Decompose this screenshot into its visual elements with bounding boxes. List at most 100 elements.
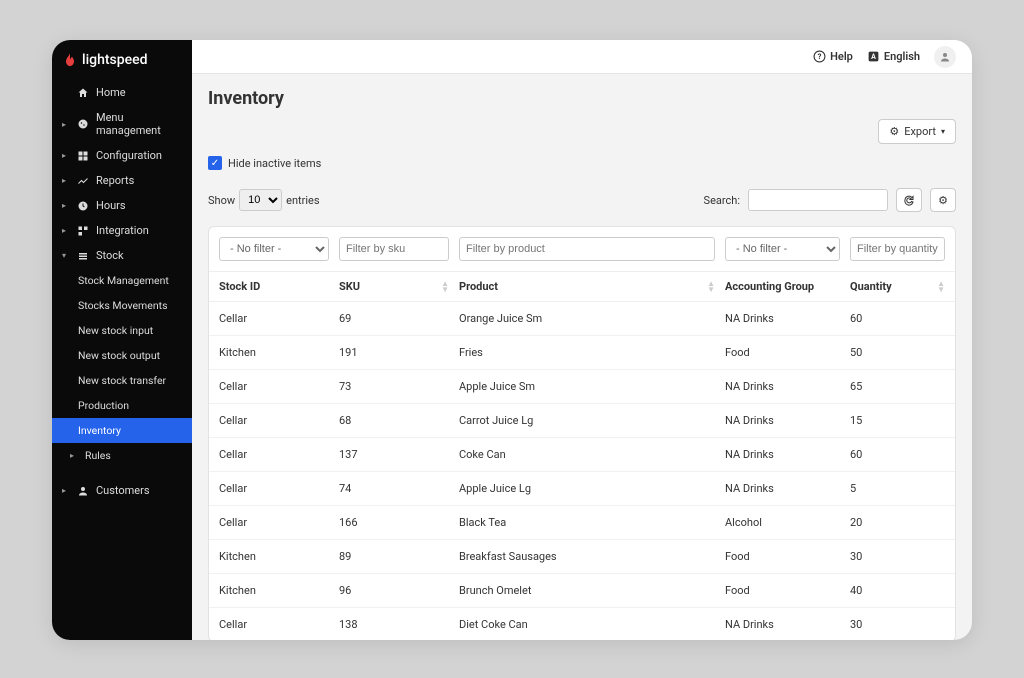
home-icon bbox=[77, 87, 89, 99]
nav-menu-management[interactable]: ▸ Menu management bbox=[52, 105, 192, 143]
cell-product: Diet Coke Can bbox=[459, 618, 715, 631]
topbar: ? Help A English bbox=[192, 40, 972, 74]
table-row[interactable]: Cellar73Apple Juice SmNA Drinks65 bbox=[209, 370, 955, 404]
export-button[interactable]: ⚙ Export ▾ bbox=[878, 119, 956, 144]
nav-customers[interactable]: ▸ Customers bbox=[52, 478, 192, 503]
cell-quantity: 65 bbox=[850, 380, 945, 393]
table-row[interactable]: Kitchen89Breakfast SausagesFood30 bbox=[209, 540, 955, 574]
cell-stock: Cellar bbox=[219, 312, 329, 325]
nav-integration[interactable]: ▸ Integration bbox=[52, 218, 192, 243]
inventory-table: - No filter - - No filter - Stock ID bbox=[208, 226, 956, 640]
table-row[interactable]: Cellar74Apple Juice LgNA Drinks5 bbox=[209, 472, 955, 506]
nav-hours[interactable]: ▸ Hours bbox=[52, 193, 192, 218]
search-label: Search: bbox=[704, 194, 740, 207]
cell-stock: Kitchen bbox=[219, 346, 329, 359]
table-row[interactable]: Cellar69Orange Juice SmNA Drinks60 bbox=[209, 302, 955, 336]
help-link[interactable]: ? Help bbox=[813, 50, 853, 63]
filter-product-input[interactable] bbox=[459, 237, 715, 261]
chevron-right-icon: ▸ bbox=[62, 226, 70, 235]
cell-stock: Kitchen bbox=[219, 584, 329, 597]
header-quantity[interactable]: Quantity ▲▼ bbox=[850, 280, 945, 293]
cell-group: Alcohol bbox=[725, 516, 840, 529]
filter-row: - No filter - - No filter - bbox=[209, 227, 955, 272]
table-row[interactable]: Cellar68Carrot Juice LgNA Drinks15 bbox=[209, 404, 955, 438]
nav-rules[interactable]: ▸ Rules bbox=[52, 443, 192, 468]
cell-sku: 138 bbox=[339, 618, 449, 631]
cell-quantity: 15 bbox=[850, 414, 945, 427]
caret-down-icon: ▾ bbox=[941, 127, 945, 136]
cell-quantity: 60 bbox=[850, 312, 945, 325]
nav-new-stock-input[interactable]: New stock input bbox=[52, 318, 192, 343]
nav-label: Stock bbox=[96, 249, 124, 262]
chevron-right-icon: ▸ bbox=[62, 176, 70, 185]
table-row[interactable]: Cellar166Black TeaAlcohol20 bbox=[209, 506, 955, 540]
stock-icon bbox=[77, 250, 89, 262]
cell-product: Apple Juice Lg bbox=[459, 482, 715, 495]
header-accounting-group[interactable]: Accounting Group bbox=[725, 280, 840, 293]
flame-icon bbox=[62, 52, 78, 68]
nav-stock-management[interactable]: Stock Management bbox=[52, 268, 192, 293]
table-row[interactable]: Kitchen 191 Fries Food 50 bbox=[209, 336, 955, 370]
filter-stock-select[interactable]: - No filter - bbox=[219, 237, 329, 261]
cell-quantity: 20 bbox=[850, 516, 945, 529]
grid-icon bbox=[77, 150, 89, 162]
nav-new-stock-output[interactable]: New stock output bbox=[52, 343, 192, 368]
search-input[interactable] bbox=[748, 189, 888, 211]
table-row[interactable]: Kitchen96Brunch OmeletFood40 bbox=[209, 574, 955, 608]
cell-group: Food bbox=[725, 346, 840, 359]
cell-group: NA Drinks bbox=[725, 482, 840, 495]
nav-inventory[interactable]: Inventory bbox=[52, 418, 192, 443]
filter-quantity-input[interactable] bbox=[850, 237, 945, 261]
sidebar: lightspeed Home ▸ Menu management ▸ Conf… bbox=[52, 40, 192, 640]
svg-text:?: ? bbox=[818, 52, 822, 61]
cell-sku: 89 bbox=[339, 550, 449, 563]
cell-group: Food bbox=[725, 550, 840, 563]
cell-product: Breakfast Sausages bbox=[459, 550, 715, 563]
nav-new-stock-transfer[interactable]: New stock transfer bbox=[52, 368, 192, 393]
table-row[interactable]: Cellar138Diet Coke CanNA Drinks30 bbox=[209, 608, 955, 640]
nav-home[interactable]: Home bbox=[52, 80, 192, 105]
cell-stock: Cellar bbox=[219, 516, 329, 529]
header-stock-id[interactable]: Stock ID bbox=[219, 280, 329, 293]
header-sku[interactable]: SKU ▲▼ bbox=[339, 280, 449, 293]
chevron-right-icon: ▸ bbox=[62, 486, 70, 495]
refresh-button[interactable] bbox=[896, 188, 922, 212]
nav-reports[interactable]: ▸ Reports bbox=[52, 168, 192, 193]
cell-product: Coke Can bbox=[459, 448, 715, 461]
table-row[interactable]: Cellar137Coke CanNA Drinks60 bbox=[209, 438, 955, 472]
filter-sku-input[interactable] bbox=[339, 237, 449, 261]
header-product[interactable]: Product ▲▼ bbox=[459, 280, 715, 293]
sort-icon: ▲▼ bbox=[707, 281, 715, 293]
user-avatar[interactable] bbox=[934, 46, 956, 68]
settings-button[interactable]: ⚙ bbox=[930, 188, 956, 212]
cell-group: NA Drinks bbox=[725, 618, 840, 631]
cell-product: Brunch Omelet bbox=[459, 584, 715, 597]
nav-label: Hours bbox=[96, 199, 126, 212]
nav-production[interactable]: Production bbox=[52, 393, 192, 418]
cell-quantity: 30 bbox=[850, 618, 945, 631]
nav-stocks-movements[interactable]: Stocks Movements bbox=[52, 293, 192, 318]
svg-text:A: A bbox=[871, 52, 876, 61]
entries-select[interactable]: 10 bbox=[239, 189, 282, 211]
content: ? Help A English Inventory ⚙ Export ▾ bbox=[192, 40, 972, 640]
cell-quantity: 50 bbox=[850, 346, 945, 359]
language-select[interactable]: A English bbox=[867, 50, 920, 63]
sort-icon: ▲▼ bbox=[937, 281, 945, 293]
cell-quantity: 40 bbox=[850, 584, 945, 597]
cell-sku: 191 bbox=[339, 346, 449, 359]
cell-group: NA Drinks bbox=[725, 380, 840, 393]
cell-sku: 68 bbox=[339, 414, 449, 427]
nav-label: Configuration bbox=[96, 149, 162, 162]
clock-icon bbox=[77, 200, 89, 212]
cell-group: Food bbox=[725, 584, 840, 597]
nav-stock[interactable]: ▾ Stock bbox=[52, 243, 192, 268]
settings-gear-icon: ⚙ bbox=[938, 194, 948, 207]
sort-icon: ▲▼ bbox=[441, 281, 449, 293]
filter-group-select[interactable]: - No filter - bbox=[725, 237, 840, 261]
nav-configuration[interactable]: ▸ Configuration bbox=[52, 143, 192, 168]
cell-sku: 74 bbox=[339, 482, 449, 495]
cookie-icon bbox=[77, 118, 89, 130]
hide-inactive-checkbox[interactable]: ✓ bbox=[208, 156, 222, 170]
cell-product: Fries bbox=[459, 346, 715, 359]
cell-product: Carrot Juice Lg bbox=[459, 414, 715, 427]
